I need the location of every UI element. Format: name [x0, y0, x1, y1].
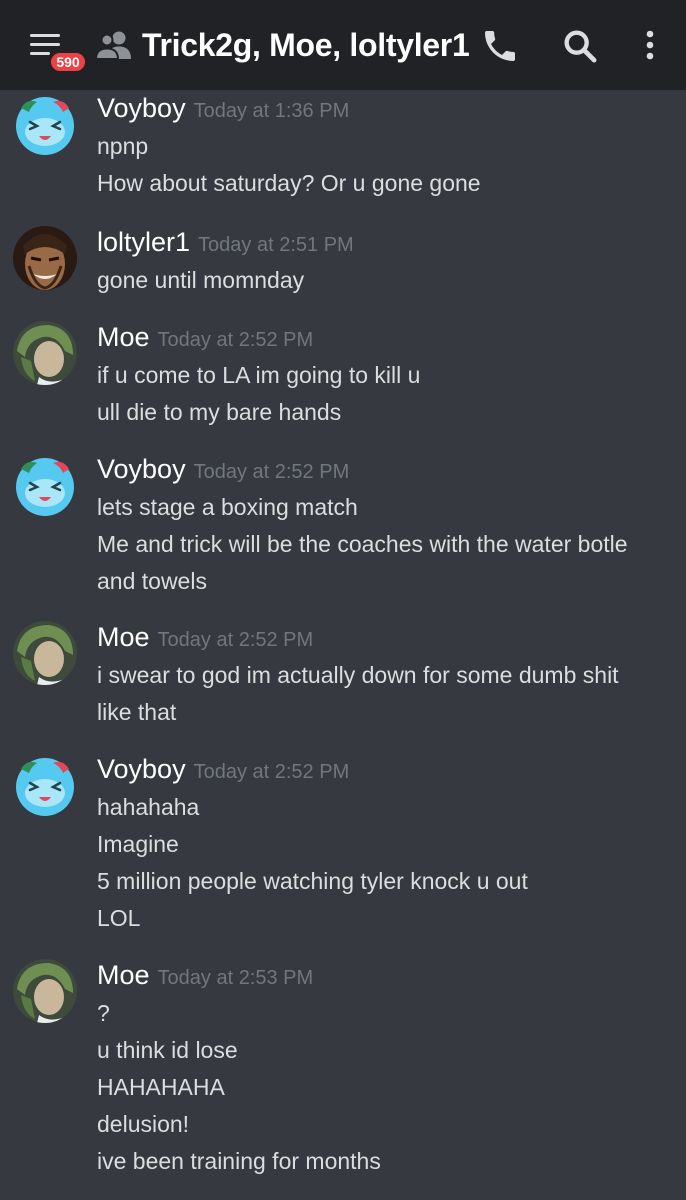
message-line: delusion!: [97, 1111, 190, 1137]
message-content: ? u think id lose HAHAHAHA delusion! ive…: [97, 995, 677, 1180]
message-line: gone until momnday: [97, 267, 305, 293]
message-line: ive been training for months: [97, 1148, 381, 1174]
blue-cat-avatar[interactable]: [13, 92, 77, 156]
message-timestamp: Today at 2:52 PM: [193, 461, 350, 483]
chat-screen: 590 Trick2g, Moe, loltyler1 Voyboy Today…: [0, 0, 686, 1200]
message-line: 5 million people watching tyler knock u …: [97, 868, 528, 894]
author-name[interactable]: Moe: [97, 622, 150, 652]
author-name[interactable]: Voyboy: [97, 754, 186, 784]
menu-bar: [30, 43, 60, 46]
blue-cat-avatar[interactable]: [13, 753, 77, 817]
more-options-icon[interactable]: [630, 26, 670, 66]
message-content: npnp How about saturday? Or u gone gone: [97, 128, 677, 202]
author-name[interactable]: Moe: [97, 960, 150, 990]
message-header: Voyboy Today at 2:52 PM: [97, 453, 349, 490]
message-content: gone until momnday: [97, 262, 677, 299]
message-line: i swear to god im actually down for some…: [97, 662, 619, 688]
channel-header: 590 Trick2g, Moe, loltyler1: [0, 0, 686, 90]
channel-title: Trick2g, Moe, loltyler1: [142, 27, 470, 63]
group-dm-icon: [94, 31, 131, 60]
phone-call-icon[interactable]: [480, 26, 520, 66]
message-content: lets stage a boxing match Me and trick w…: [97, 489, 677, 600]
message-header: Moe Today at 2:52 PM: [97, 321, 313, 358]
message-timestamp: Today at 2:52 PM: [157, 629, 314, 651]
message-header: Moe Today at 2:52 PM: [97, 621, 313, 658]
message-content: if u come to LA im going to kill u ull d…: [97, 357, 677, 431]
message-line: if u come to LA im going to kill u: [97, 362, 421, 388]
message-line: Imagine: [97, 831, 179, 857]
message-content: i swear to god im actually down for some…: [97, 657, 677, 731]
message-line: How about saturday? Or u gone gone: [97, 170, 481, 196]
menu-bar: [30, 52, 50, 55]
green-hair-avatar[interactable]: [13, 959, 77, 1023]
blue-cat-avatar[interactable]: [13, 453, 77, 517]
draven-avatar[interactable]: [13, 226, 77, 290]
message-list: Voyboy Today at 1:36 PM npnp How about sa…: [0, 90, 686, 1200]
message-timestamp: Today at 2:52 PM: [193, 761, 350, 783]
message-timestamp: Today at 2:53 PM: [157, 967, 314, 989]
message-line: npnp: [97, 133, 149, 159]
message-line: ?: [97, 1000, 110, 1026]
message-content: hahahaha Imagine 5 million people watchi…: [97, 789, 677, 937]
message-line: ull die to my bare hands: [97, 399, 342, 425]
message-line: like that: [97, 699, 177, 725]
message-header: Voyboy Today at 2:52 PM: [97, 753, 349, 790]
author-name[interactable]: Voyboy: [97, 93, 186, 123]
message-line: hahahaha: [97, 794, 200, 820]
unread-badge: 590: [48, 50, 88, 74]
search-icon[interactable]: [560, 26, 600, 66]
author-name[interactable]: Voyboy: [97, 454, 186, 484]
author-name[interactable]: Moe: [97, 322, 150, 352]
message-line: LOL: [97, 905, 141, 931]
author-name[interactable]: loltyler1: [97, 227, 190, 257]
message-header: Voyboy Today at 1:36 PM: [97, 92, 349, 129]
green-hair-avatar[interactable]: [13, 321, 77, 385]
message-timestamp: Today at 2:51 PM: [198, 234, 354, 256]
message-line: and towels: [97, 568, 207, 594]
message-line: lets stage a boxing match: [97, 494, 358, 520]
message-line: HAHAHAHA: [97, 1074, 225, 1100]
menu-bar: [30, 34, 60, 37]
message-header: Moe Today at 2:53 PM: [97, 959, 313, 996]
message-timestamp: Today at 1:36 PM: [193, 100, 350, 122]
message-header: loltyler1 Today at 2:51 PM: [97, 226, 354, 263]
message-timestamp: Today at 2:52 PM: [157, 329, 314, 351]
message-line: Me and trick will be the coaches with th…: [97, 531, 628, 557]
message-line: u think id lose: [97, 1037, 238, 1063]
green-hair-avatar[interactable]: [13, 621, 77, 685]
